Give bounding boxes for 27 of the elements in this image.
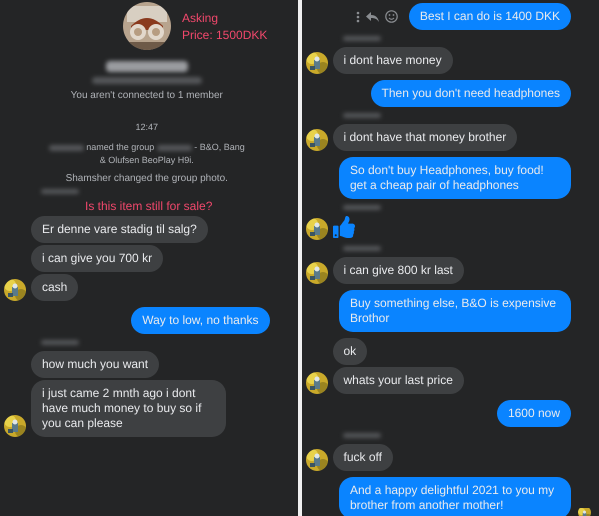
message-bubble: 1600 now [496,400,571,427]
reply-icon[interactable] [366,12,379,22]
system-notice: You aren't connected to 1 member [70,89,223,102]
message-bubble: i can give 800 kr last [332,257,464,284]
message-bubble: ok [332,338,368,365]
annotation: Asking Price: 1500DKK [182,10,268,44]
message-bubble: cash [31,274,78,301]
smiley-icon[interactable] [384,10,398,23]
message-bubble: how much you want [31,351,160,378]
annotation: Is this item still for sale? [85,200,212,213]
message-bubble: And a happy delightful 2021 to you my brother from another mother! [339,477,571,516]
message-bubble: Best I can do is 1400 DKK [408,3,571,30]
message-bubble: Er denne vare stadig til salg? [31,216,208,243]
message-bubble: whats your last price [332,367,464,394]
message-bubble: i just came 2 mnth ago i dont have much money to buy so if you can please [31,380,226,437]
system-notice: Shamsher changed the group photo. [66,172,228,185]
message-bubble: So don't buy Headphones, buy food! get a cheap pair of headphones [339,157,571,199]
message-bubble: Then you don't need headphones [370,80,571,107]
system-notice: named the group - B&O, Bang & Olufsen BeoPlay H9i. [46,141,247,167]
message-bubble: fuck off [332,444,393,471]
message-bubble: i can give you 700 kr [31,245,164,272]
message-bubble: Buy something else, B&O is expensive Brothor [339,290,571,332]
more-icon[interactable] [356,10,360,22]
message-bubble: i dont have money [332,47,453,74]
message-bubble: Way to low, no thanks [131,307,270,334]
timestamp: 12:47 [135,121,158,134]
message-bubble: i dont have that money brother [332,124,518,151]
